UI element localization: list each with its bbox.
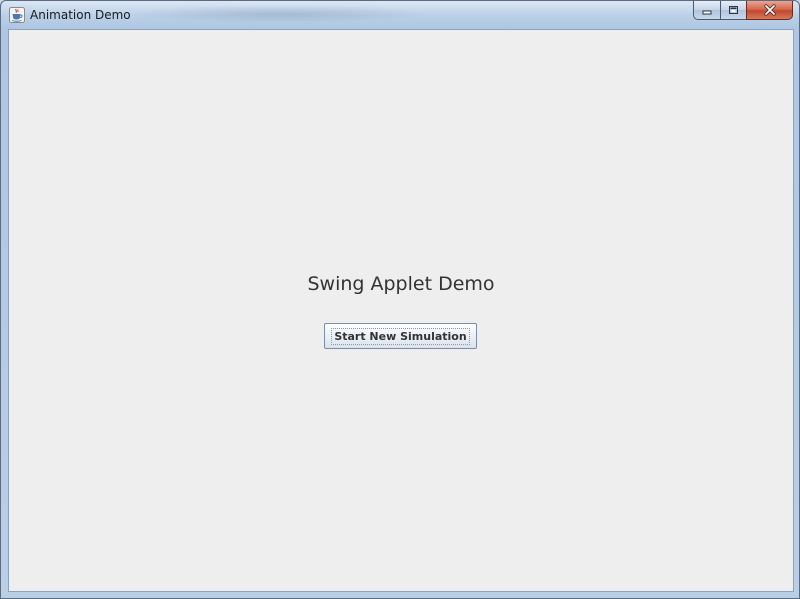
caption-buttons (693, 1, 793, 21)
maximize-button[interactable] (720, 1, 746, 20)
window-title: Animation Demo (30, 8, 131, 22)
java-cup-icon[interactable] (9, 7, 25, 23)
close-icon (763, 4, 776, 16)
application-window: Animation Demo Swing Applet Demo Start N… (0, 0, 800, 599)
start-button-label: Start New Simulation (331, 327, 470, 345)
applet-panel: Swing Applet Demo Start New Simulation (9, 30, 793, 591)
start-new-simulation-button[interactable]: Start New Simulation (324, 323, 477, 349)
applet-content-pane: Swing Applet Demo Start New Simulation (8, 29, 794, 592)
minimize-button[interactable] (693, 1, 720, 20)
title-bar-glass-blur (131, 5, 431, 23)
applet-heading: Swing Applet Demo (307, 273, 495, 295)
maximize-icon (729, 6, 738, 14)
title-bar[interactable]: Animation Demo (1, 1, 799, 29)
minimize-icon (702, 10, 711, 14)
close-button[interactable] (746, 1, 793, 20)
